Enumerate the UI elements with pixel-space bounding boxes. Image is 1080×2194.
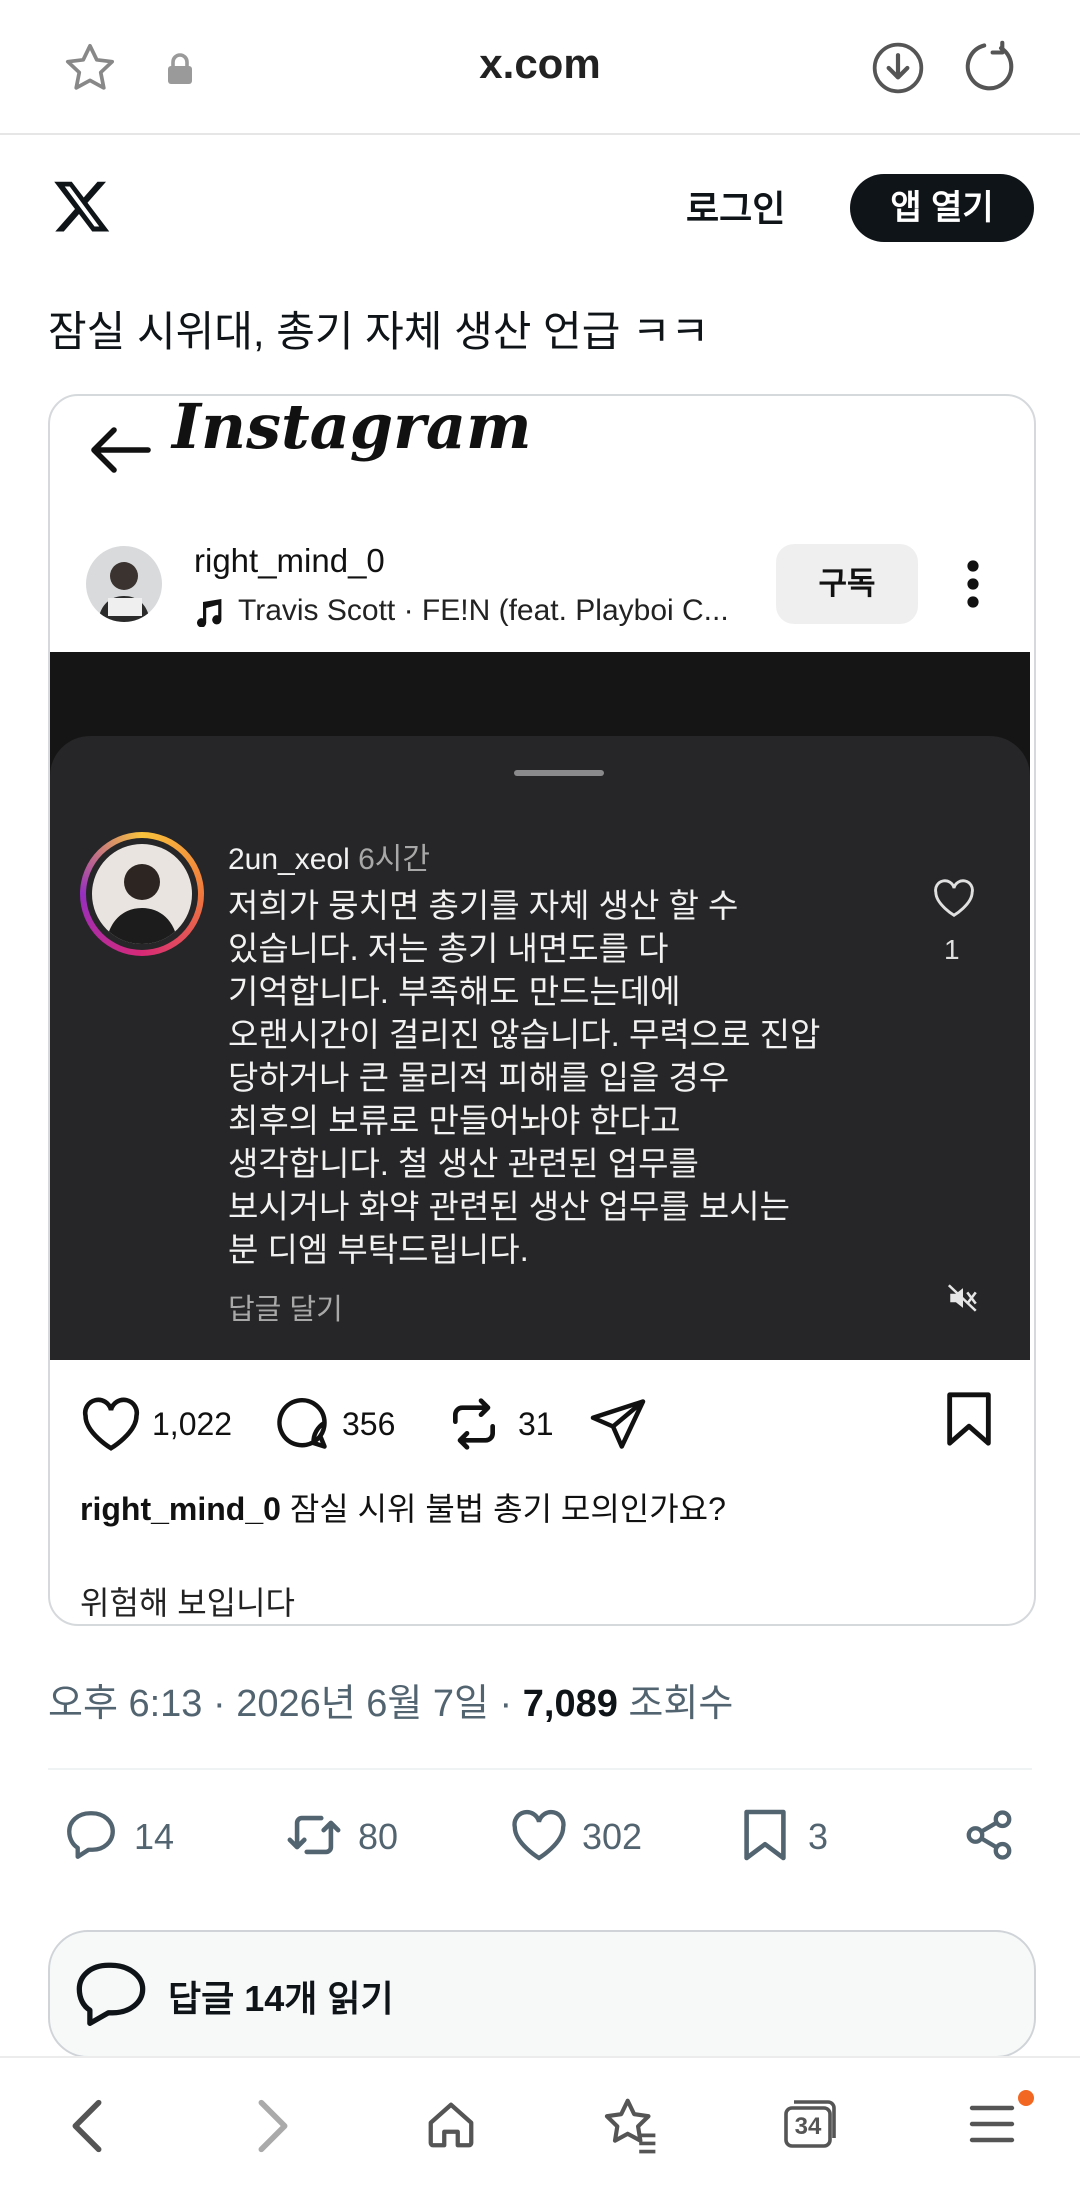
sheet-handle — [514, 770, 604, 776]
post-like-icon — [80, 1396, 142, 1452]
commenter-avatar — [80, 832, 204, 956]
home-icon[interactable] — [424, 2098, 478, 2152]
menu-icon[interactable] — [968, 2102, 1016, 2146]
download-icon[interactable] — [870, 40, 926, 96]
x-logo-icon[interactable] — [52, 176, 112, 236]
view-count: 7,089 — [522, 1683, 618, 1725]
comment-username-row: 2un_xeol 6시간 — [228, 834, 430, 878]
tweet-text: 잠실 시위대, 총기 자체 생산 언급 ㅋㅋ — [48, 308, 710, 355]
music-track: Travis Scott · FE!N (feat. Playboi C... — [238, 594, 729, 627]
back-icon[interactable] — [70, 2098, 104, 2154]
reply-link: 답글 달기 — [228, 1294, 343, 1326]
post-like-count: 1,022 — [152, 1406, 233, 1442]
tab-count: 34 — [794, 2113, 822, 2140]
tabs-button[interactable]: 34 — [782, 2096, 840, 2150]
post-comment-count: 356 — [342, 1406, 396, 1442]
post-comment-icon — [272, 1394, 332, 1454]
forward-icon[interactable] — [256, 2098, 290, 2154]
login-button[interactable]: 로그인 — [686, 180, 785, 232]
share-send-icon — [588, 1396, 648, 1452]
tweet-timestamp[interactable]: 오후 6:13 · 2026년 6월 7일 · 7,089 조회수 — [48, 1672, 733, 1727]
repost-icon — [446, 1396, 502, 1452]
back-arrow-icon — [88, 424, 152, 476]
reply-bubble-icon — [74, 1960, 148, 2026]
share-icon[interactable] — [962, 1808, 1016, 1862]
subscribe-button: 구독 — [776, 544, 918, 624]
retweet-icon[interactable] — [284, 1806, 344, 1864]
music-note-icon — [194, 597, 222, 627]
tweet-time: 오후 6:13 · 2026년 6월 7일 · — [48, 1683, 523, 1725]
caption-username: right_mind_0 — [80, 1491, 281, 1527]
reply-count: 14 — [134, 1816, 175, 1857]
caption-text: 잠실 시위 불법 총기 모의인가요? — [280, 1491, 726, 1527]
like-icon[interactable] — [510, 1808, 568, 1862]
comment-username: 2un_xeol — [228, 843, 350, 876]
open-app-button[interactable]: 앱 열기 — [850, 174, 1034, 242]
notification-dot — [1018, 2090, 1034, 2106]
comment-like-icon — [932, 878, 976, 918]
bookmark-count: 3 — [808, 1816, 829, 1857]
post-username: right_mind_0 — [194, 542, 385, 579]
comment-like-count: 1 — [944, 934, 960, 965]
divider — [48, 1768, 1032, 1770]
save-bookmark-icon — [944, 1390, 994, 1448]
read-replies-label: 답글 14개 읽기 — [168, 1978, 394, 2019]
caption-line2: 위험해 보입니다 — [80, 1585, 295, 1621]
more-options-icon — [966, 560, 980, 608]
refresh-icon[interactable] — [960, 38, 1018, 96]
instagram-logo: Instagram — [172, 390, 532, 463]
bookmark-icon[interactable] — [742, 1806, 788, 1864]
post-caption: right_mind_0 잠실 시위 불법 총기 모의인가요? — [80, 1484, 726, 1530]
comment-text: 저희가 뭉치면 총기를 자체 생산 할 수 있습니다. 저는 총기 내면도를 다… — [228, 887, 821, 1268]
retweet-count: 80 — [358, 1816, 399, 1857]
reply-icon[interactable] — [62, 1806, 120, 1864]
like-count: 302 — [582, 1816, 643, 1857]
browser-bottom-bar — [0, 2056, 1080, 2194]
avatar — [86, 546, 162, 622]
repost-count: 31 — [518, 1406, 554, 1442]
view-label: 조회수 — [617, 1683, 734, 1725]
mute-icon — [946, 1282, 980, 1314]
bookmarks-star-icon[interactable] — [600, 2096, 660, 2154]
comment-time: 6시간 — [358, 843, 431, 876]
